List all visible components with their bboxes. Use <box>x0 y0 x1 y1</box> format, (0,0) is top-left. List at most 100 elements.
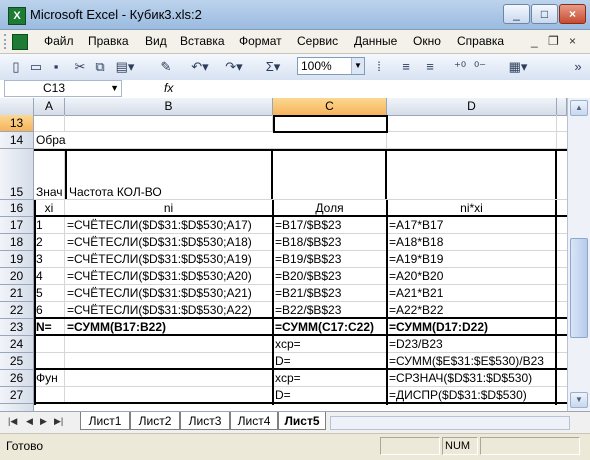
doc-close-icon[interactable]: × <box>569 34 576 48</box>
cell-c24[interactable]: xср= <box>273 336 387 352</box>
first-sheet-icon[interactable]: |◀ <box>8 416 17 427</box>
fx-icon[interactable]: fx <box>164 81 173 95</box>
menu-tools[interactable]: Сервис <box>297 34 338 48</box>
row-header-21[interactable]: 21 <box>0 285 34 302</box>
cell-d15[interactable] <box>387 151 557 199</box>
scroll-thumb[interactable] <box>570 238 588 338</box>
row-header-23[interactable]: 23 <box>0 319 34 336</box>
cell-d24[interactable]: =D23/B23 <box>387 336 557 352</box>
row-header-18[interactable]: 18 <box>0 234 34 251</box>
align-center-icon[interactable]: ≡ <box>422 58 438 76</box>
select-all-corner[interactable] <box>0 98 34 115</box>
cell-c27[interactable]: D= <box>273 387 387 402</box>
row-header-20[interactable]: 20 <box>0 268 34 285</box>
maximize-button[interactable]: □ <box>531 4 558 24</box>
cell-c25[interactable]: D= <box>273 353 387 368</box>
cell-a18[interactable]: 2 <box>34 234 65 250</box>
horizontal-scrollbar[interactable] <box>330 416 570 430</box>
new-icon[interactable]: ▯ <box>8 58 24 76</box>
cell-c16[interactable]: Доля <box>273 200 387 215</box>
menu-insert[interactable]: Вставка <box>180 34 225 48</box>
cell-c18[interactable]: =B18/$B$23 <box>273 234 387 250</box>
column-header-a[interactable]: A <box>34 98 65 115</box>
tab-sheet4[interactable]: Лист4 <box>230 412 278 430</box>
cell-b24[interactable] <box>65 336 273 352</box>
cell-c22[interactable]: =B22/$B$23 <box>273 302 387 317</box>
vertical-scrollbar[interactable]: ▲ ▼ <box>567 98 590 411</box>
cell-b27[interactable] <box>65 387 273 402</box>
worksheet-grid[interactable]: A B C D 13 14 15 16 17 18 19 20 21 22 23… <box>0 98 567 411</box>
cell-c15[interactable] <box>273 151 387 199</box>
column-header-b[interactable]: B <box>65 98 273 115</box>
cell-c23[interactable]: =СУММ(C17:C22) <box>273 319 387 334</box>
menu-data[interactable]: Данные <box>354 34 397 48</box>
minimize-button[interactable]: _ <box>503 4 530 24</box>
cell-b20[interactable]: =СЧЁТЕСЛИ($D$31:$D$530;A20) <box>65 268 273 284</box>
cell-b25[interactable] <box>65 353 273 368</box>
borders-icon[interactable]: ▦▾ <box>506 58 530 76</box>
increase-decimal-icon[interactable]: ⁺⁰ <box>452 58 468 76</box>
next-sheet-icon[interactable]: ▶ <box>40 416 47 427</box>
cell-a23[interactable]: N= <box>34 319 65 334</box>
menu-view[interactable]: Вид <box>145 34 167 48</box>
cell-d16[interactable]: ni*xi <box>387 200 557 215</box>
row-header-24[interactable]: 24 <box>0 336 34 353</box>
row-header-28[interactable] <box>0 404 34 411</box>
cell-c14[interactable] <box>273 132 387 148</box>
column-header-c[interactable]: C <box>273 98 387 115</box>
cell-b23[interactable]: =СУММ(B17:B22) <box>65 319 273 334</box>
last-sheet-icon[interactable]: ▶| <box>54 416 63 427</box>
cell-a25[interactable] <box>34 353 65 368</box>
cell-a24[interactable] <box>34 336 65 352</box>
tab-sheet3[interactable]: Лист3 <box>180 412 230 430</box>
zoom-select[interactable]: 100% ▼ <box>297 57 365 75</box>
menu-format[interactable]: Формат <box>239 34 282 48</box>
copy-icon[interactable]: ⧉ <box>92 58 108 76</box>
cell-c17[interactable]: =B17/$B$23 <box>273 217 387 233</box>
cell-a22[interactable]: 6 <box>34 302 65 317</box>
row-header-19[interactable]: 19 <box>0 251 34 268</box>
cell-c20[interactable]: =B20/$B$23 <box>273 268 387 284</box>
column-header-d[interactable]: D <box>387 98 557 115</box>
name-box-dropdown-icon[interactable]: ▼ <box>110 81 119 96</box>
cell-d13[interactable] <box>387 115 557 131</box>
cell-d22[interactable]: =A22*B22 <box>387 302 557 317</box>
cell-b26[interactable] <box>65 370 273 386</box>
cell-b19[interactable]: =СЧЁТЕСЛИ($D$31:$D$530;A19) <box>65 251 273 267</box>
row-header-22[interactable]: 22 <box>0 302 34 319</box>
cell-b18[interactable]: =СЧЁТЕСЛИ($D$31:$D$530;A18) <box>65 234 273 250</box>
zoom-dropdown-icon[interactable]: ▼ <box>351 58 364 74</box>
row-header-17[interactable]: 17 <box>0 217 34 234</box>
workbook-icon[interactable] <box>12 34 28 50</box>
row-header-26[interactable]: 26 <box>0 370 34 387</box>
cell-a19[interactable]: 3 <box>34 251 65 267</box>
menu-file[interactable]: Файл <box>44 34 74 48</box>
undo-icon[interactable]: ↶▾ <box>188 58 212 76</box>
cut-icon[interactable]: ✂ <box>72 58 88 76</box>
autosum-icon[interactable]: Σ▾ <box>262 58 284 76</box>
prev-sheet-icon[interactable]: ◀ <box>26 416 33 427</box>
cell-d14[interactable] <box>387 132 557 148</box>
format-painter-icon[interactable]: ✎ <box>158 58 174 76</box>
toolbar-overflow-icon[interactable]: » <box>572 58 584 76</box>
row-header-16[interactable]: 16 <box>0 200 34 217</box>
close-button[interactable]: × <box>559 4 586 24</box>
cell-d23[interactable]: =СУММ(D17:D22) <box>387 319 557 334</box>
decrease-decimal-icon[interactable]: ⁰⁻ <box>472 58 488 76</box>
cell-a20[interactable]: 4 <box>34 268 65 284</box>
cell-a26[interactable]: Фун <box>34 370 65 386</box>
cell-d21[interactable]: =A21*B21 <box>387 285 557 301</box>
cell-b17[interactable]: =СЧЁТЕСЛИ($D$31:$D$530;A17) <box>65 217 273 233</box>
cell-d18[interactable]: =A18*B18 <box>387 234 557 250</box>
menu-help[interactable]: Справка <box>457 34 504 48</box>
save-icon[interactable]: ▪ <box>48 58 64 76</box>
redo-icon[interactable]: ↷▾ <box>222 58 246 76</box>
cell-d26[interactable]: =СРЗНАЧ($D$31:$D$530) <box>387 370 557 386</box>
tab-sheet5[interactable]: Лист5 <box>278 412 326 430</box>
column-header-e[interactable] <box>557 98 567 115</box>
scroll-up-icon[interactable]: ▲ <box>570 100 588 116</box>
scroll-down-icon[interactable]: ▼ <box>570 392 588 408</box>
align-left-icon[interactable]: ≡ <box>398 58 414 76</box>
cell-b21[interactable]: =СЧЁТЕСЛИ($D$31:$D$530;A21) <box>65 285 273 301</box>
row-header-27[interactable]: 27 <box>0 387 34 404</box>
